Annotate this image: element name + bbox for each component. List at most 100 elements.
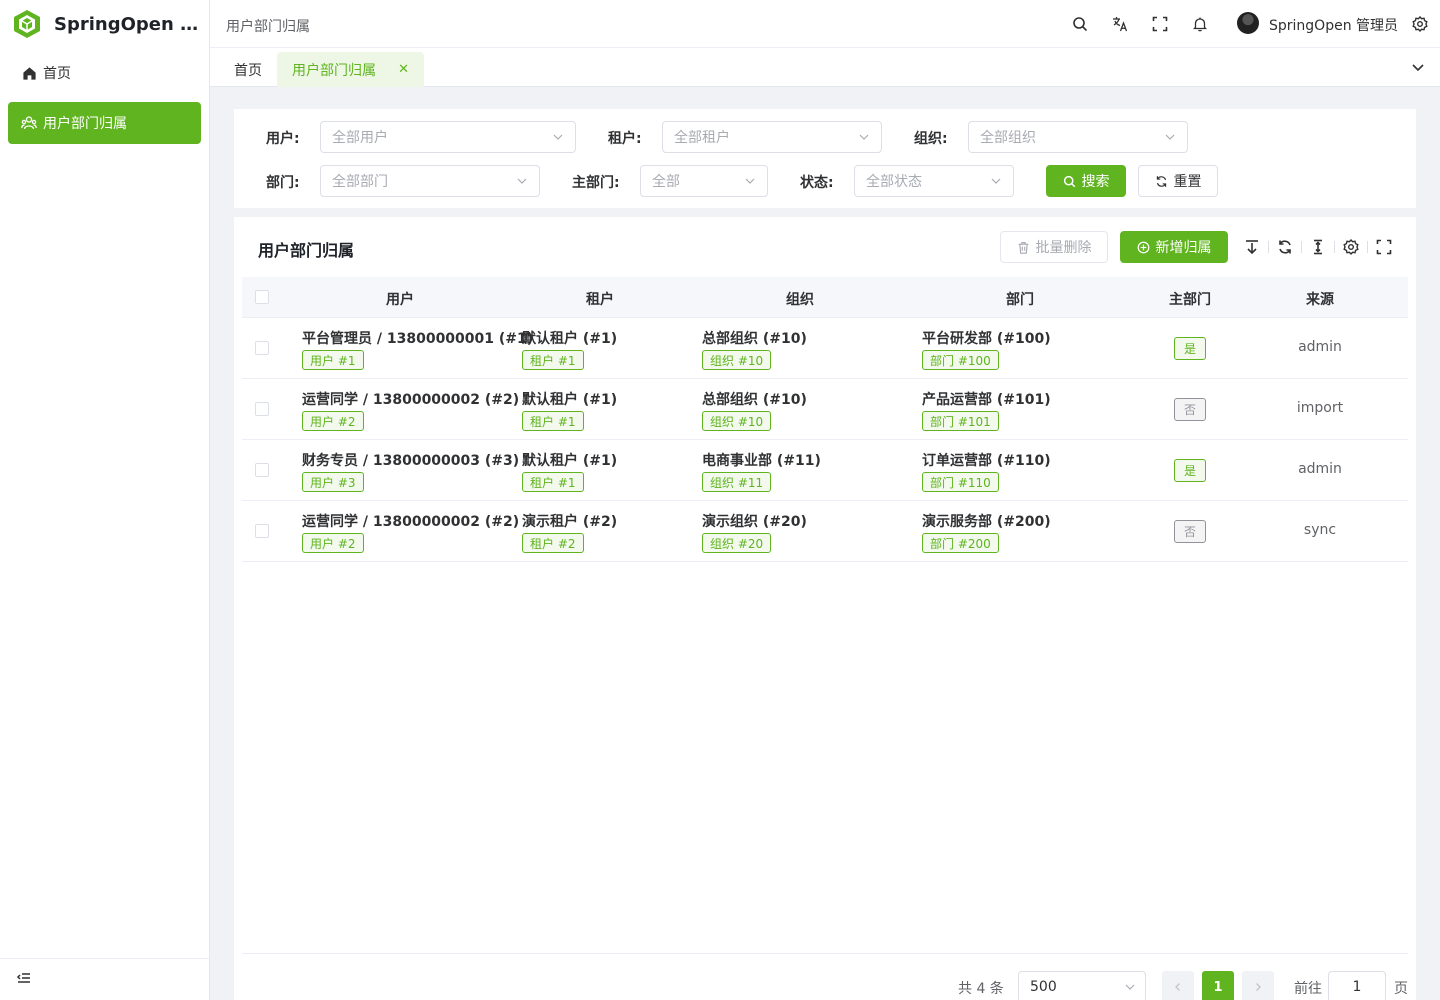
- user-cell: 财务专员 / 13800000003 (#3): [302, 453, 520, 469]
- dept-cell: 订单运营部 (#110): [922, 453, 1051, 469]
- table-header: 用户 租户 组织 部门 主部门 来源: [242, 277, 1408, 318]
- user-id-tag: 用户 #2: [302, 411, 364, 431]
- refresh-icon[interactable]: [1277, 239, 1293, 255]
- main-dept-tag: 是: [1174, 459, 1206, 482]
- collapse-sidebar-icon[interactable]: [16, 970, 32, 986]
- main-dept-tag: 否: [1174, 520, 1206, 543]
- sidebar-item-home[interactable]: 首页: [8, 52, 201, 94]
- column-header-source[interactable]: 来源: [1270, 289, 1370, 309]
- row-checkbox[interactable]: [255, 402, 269, 416]
- sidebar-item-user-dept[interactable]: 用户部门归属: [8, 102, 201, 144]
- tab-home[interactable]: 首页: [224, 52, 272, 87]
- tenant-id-tag: 租户 #2: [522, 533, 584, 553]
- user-name[interactable]: SpringOpen 管理员: [1269, 15, 1398, 35]
- next-page-button[interactable]: [1242, 971, 1274, 1000]
- tenant-filter-label: 租户:: [608, 131, 642, 147]
- row-checkbox[interactable]: [255, 463, 269, 477]
- column-header-dept[interactable]: 部门: [920, 289, 1120, 309]
- table-row[interactable]: 运营同学 / 13800000002 (#2) 用户 #2 演示租户 (#2) …: [242, 501, 1408, 562]
- user-select-placeholder: 全部用户: [332, 130, 388, 146]
- column-settings-icon[interactable]: [1343, 239, 1359, 255]
- page-number-button[interactable]: 1: [1202, 971, 1234, 1000]
- table-row[interactable]: 平台管理员 / 13800000001 (#1) 用户 #1 默认租户 (#1)…: [242, 318, 1408, 379]
- table-row[interactable]: 运营同学 / 13800000002 (#2) 用户 #2 默认租户 (#1) …: [242, 379, 1408, 440]
- reset-button[interactable]: 重置: [1138, 165, 1218, 197]
- search-icon[interactable]: [1070, 14, 1090, 34]
- search-button[interactable]: 搜索: [1046, 165, 1126, 197]
- dept-id-tag: 部门 #200: [922, 533, 999, 553]
- avatar[interactable]: [1237, 12, 1259, 34]
- status-select[interactable]: 全部状态: [854, 165, 1014, 197]
- source-cell: import: [1296, 400, 1344, 416]
- trash-icon: [1017, 241, 1030, 254]
- source-cell: sync: [1303, 522, 1337, 538]
- page-tabs: 首页 用户部门归属 ✕: [210, 48, 1440, 87]
- page-size-value: 500: [1030, 979, 1057, 995]
- add-button[interactable]: 新增归属: [1120, 231, 1228, 263]
- goto-page-input[interactable]: 1: [1328, 971, 1386, 1000]
- main-dept-filter-label: 主部门:: [572, 175, 620, 191]
- chevron-down-icon: [991, 178, 1001, 184]
- main-dept-select-placeholder: 全部: [652, 174, 680, 190]
- logo-icon: [12, 9, 42, 39]
- dept-id-tag: 部门 #110: [922, 472, 999, 492]
- dept-filter-label: 部门:: [266, 175, 300, 191]
- user-select[interactable]: 全部用户: [320, 121, 576, 153]
- tenant-select-placeholder: 全部租户: [674, 130, 730, 146]
- source-cell: admin: [1298, 339, 1342, 355]
- dept-id-tag: 部门 #100: [922, 350, 999, 370]
- main-dept-select[interactable]: 全部: [640, 165, 768, 197]
- source-cell: admin: [1298, 461, 1342, 477]
- org-select[interactable]: 全部组织: [968, 121, 1188, 153]
- column-header-main-dept[interactable]: 主部门: [1140, 289, 1240, 309]
- dept-select-placeholder: 全部部门: [332, 174, 388, 190]
- user-id-tag: 用户 #3: [302, 472, 364, 492]
- search-icon: [1063, 175, 1076, 188]
- tab-label: 首页: [234, 62, 262, 79]
- settings-gear-icon[interactable]: [1410, 14, 1430, 34]
- page-suffix-label: 页: [1394, 981, 1408, 997]
- column-header-tenant[interactable]: 租户: [520, 289, 680, 309]
- export-icon[interactable]: [1244, 239, 1260, 255]
- table-row[interactable]: 财务专员 / 13800000003 (#3) 用户 #3 默认租户 (#1) …: [242, 440, 1408, 501]
- chevron-down-icon[interactable]: [1410, 59, 1426, 75]
- main-dept-tag: 是: [1174, 337, 1206, 360]
- chevron-down-icon: [517, 178, 527, 184]
- org-filter-label: 组织:: [914, 131, 948, 147]
- main-dept-tag: 否: [1174, 398, 1206, 421]
- tenant-cell: 默认租户 (#1): [522, 392, 618, 408]
- page-size-select[interactable]: 500: [1018, 971, 1146, 1000]
- tenant-cell: 演示租户 (#2): [522, 514, 618, 530]
- fullscreen-icon[interactable]: [1150, 14, 1170, 34]
- column-header-user[interactable]: 用户: [300, 289, 500, 309]
- table-card: 用户部门归属 批量删除 新增归属 用户 租户 组织 部门 主部门 来源 平台管理…: [234, 217, 1416, 1000]
- table-title: 用户部门归属: [258, 241, 355, 260]
- user-id-tag: 用户 #1: [302, 350, 364, 370]
- fullscreen-icon[interactable]: [1376, 239, 1392, 255]
- close-icon[interactable]: ✕: [398, 62, 409, 77]
- tenant-cell: 默认租户 (#1): [522, 453, 618, 469]
- batch-delete-button[interactable]: 批量删除: [1000, 231, 1108, 263]
- tenant-id-tag: 租户 #1: [522, 472, 584, 492]
- chevron-down-icon: [859, 134, 869, 140]
- status-select-placeholder: 全部状态: [866, 174, 922, 190]
- translate-icon[interactable]: [1110, 14, 1130, 34]
- app-title: SpringOpen Ad...: [54, 13, 206, 35]
- chevron-left-icon: [1175, 983, 1180, 991]
- pagination-total: 共 4 条: [958, 981, 1004, 997]
- row-density-icon[interactable]: [1310, 239, 1326, 255]
- row-checkbox[interactable]: [255, 341, 269, 355]
- org-id-tag: 组织 #11: [702, 472, 772, 492]
- row-checkbox[interactable]: [255, 524, 269, 538]
- bell-icon[interactable]: [1190, 14, 1210, 34]
- prev-page-button[interactable]: [1162, 971, 1194, 1000]
- tenant-select[interactable]: 全部租户: [662, 121, 882, 153]
- dept-cell: 产品运营部 (#101): [922, 392, 1051, 408]
- select-all-checkbox[interactable]: [255, 290, 269, 304]
- tab-label: 用户部门归属: [292, 62, 376, 79]
- column-header-org[interactable]: 组织: [700, 289, 900, 309]
- dept-select[interactable]: 全部部门: [320, 165, 540, 197]
- search-button-label: 搜索: [1081, 174, 1110, 190]
- tab-user-dept[interactable]: 用户部门归属 ✕: [277, 52, 424, 87]
- sidebar-item-label: 用户部门归属: [43, 116, 127, 132]
